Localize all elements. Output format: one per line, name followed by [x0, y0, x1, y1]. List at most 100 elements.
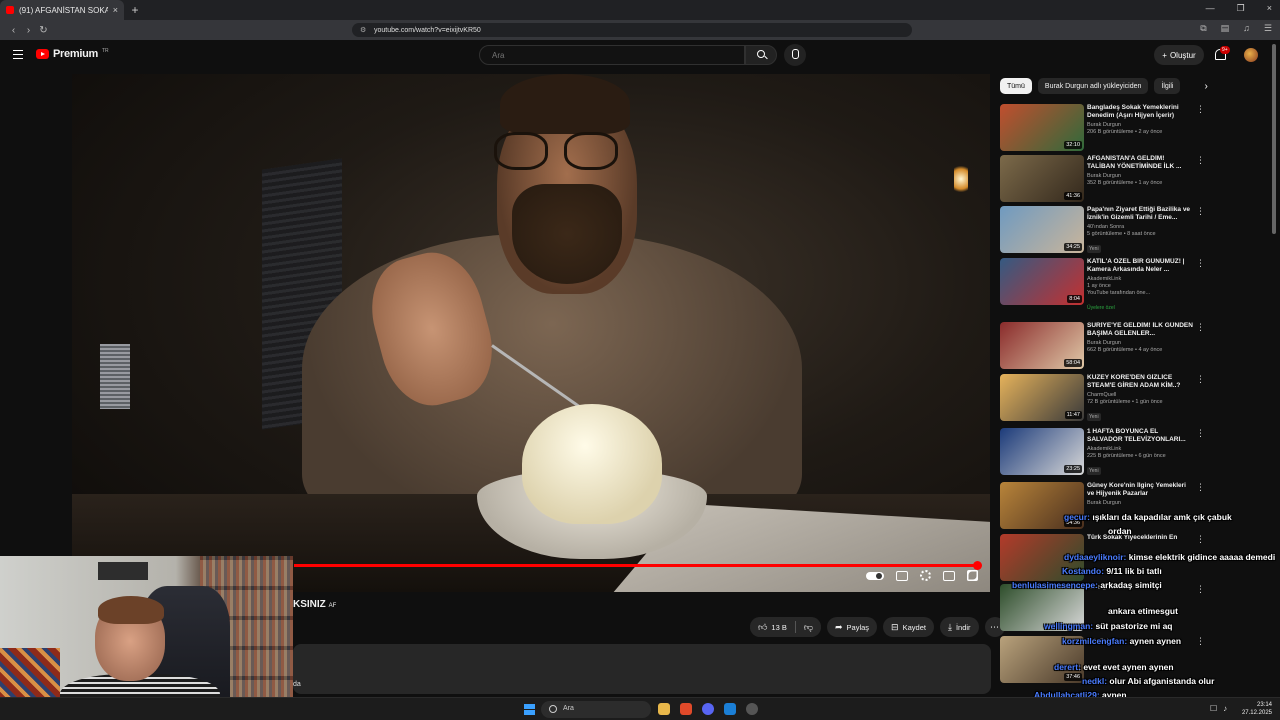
- video-player[interactable]: [72, 74, 990, 592]
- site-info-icon[interactable]: ⚙: [360, 26, 366, 34]
- chevron-right-icon[interactable]: ›: [1204, 81, 1207, 92]
- fullscreen-icon[interactable]: [967, 570, 978, 581]
- recommendation-title[interactable]: Türk Sokak Yiyeceklerinin En: [1087, 534, 1193, 542]
- reload-icon[interactable]: ↻: [36, 25, 51, 36]
- recommendation-item[interactable]: 8:04 KATİL'A ÖZEL BİR GÜNÜMÜZ! | Kamera A…: [1000, 258, 1208, 311]
- more-options-icon[interactable]: ⋮: [1196, 206, 1205, 217]
- maximize-button[interactable]: ❐: [1237, 3, 1245, 14]
- recommendation-title[interactable]: Güney Kore'nin İlginç Yemekleri ve Hijye…: [1087, 482, 1193, 498]
- more-options-icon[interactable]: ⋮: [1196, 104, 1205, 115]
- telegram-icon[interactable]: [724, 703, 736, 715]
- more-options-icon[interactable]: ⋮: [1196, 584, 1205, 595]
- search-input[interactable]: [479, 45, 745, 65]
- hamburger-menu-icon[interactable]: [13, 50, 23, 59]
- chat-username: dydaaeyliknoir:: [1064, 552, 1127, 562]
- recommendation-item[interactable]: 58:04 SURİYE'YE GELDİM! İLK GÜNDEN BAŞIMA…: [1000, 322, 1208, 370]
- recommendation-title[interactable]: KUZEY KORE'DEN GİZLİCE STEAM'E GİREN ADA…: [1087, 374, 1193, 390]
- close-window-button[interactable]: ×: [1267, 3, 1272, 14]
- channel-name[interactable]: 40'ından Sonra: [1087, 224, 1193, 230]
- more-options-icon[interactable]: ⋮: [1196, 482, 1205, 493]
- clock[interactable]: 23:14 27.12.2025: [1242, 701, 1272, 717]
- discord-icon[interactable]: [702, 703, 714, 715]
- minimize-button[interactable]: —: [1206, 3, 1215, 14]
- search-button[interactable]: [745, 45, 777, 65]
- youtube-logo[interactable]: Premium TR: [36, 48, 109, 60]
- brave-browser-icon[interactable]: [680, 703, 692, 715]
- video-thumbnail[interactable]: 58:04: [1000, 322, 1084, 369]
- network-icon[interactable]: ☐: [1210, 704, 1217, 713]
- voice-search-icon[interactable]: [784, 44, 806, 66]
- back-icon[interactable]: ‹: [6, 25, 21, 36]
- more-options-icon[interactable]: ⋮: [1196, 374, 1205, 385]
- recommendation-item[interactable]: 23:25 1 HAFTA BOYUNCA EL SALVADOR TELEVİZ…: [1000, 428, 1208, 476]
- share-button[interactable]: ➦ Paylaş: [826, 617, 878, 637]
- recommendation-title[interactable]: 1 HAFTA BOYUNCA EL SALVADOR TELEVİZYONLA…: [1087, 428, 1193, 444]
- more-options-icon[interactable]: ⋮: [1196, 155, 1205, 166]
- video-thumbnail[interactable]: 11:47: [1000, 374, 1084, 421]
- sidebar-icon[interactable]: ▤: [1221, 23, 1230, 34]
- save-button[interactable]: ⊟ Kaydet: [883, 617, 934, 637]
- windows-start-icon[interactable]: [524, 704, 535, 715]
- recommendation-item[interactable]: 34:25 Papa'nın Ziyaret Ettiği Bazilika ve…: [1000, 206, 1208, 254]
- chat-username: nedkl:: [1082, 676, 1108, 686]
- chip-all[interactable]: Tümü: [1000, 78, 1032, 94]
- more-options-icon[interactable]: ⋮: [1196, 534, 1205, 545]
- recommendation-item[interactable]: 34:36 Güney Kore'nin İlginç Yemekleri ve …: [1000, 482, 1208, 530]
- chat-text: evet evet aynen aynen: [1083, 662, 1174, 672]
- recommendation-item[interactable]: 41:36 AFGANİSTAN'A GELDİM! TALİBAN YÖNETİ…: [1000, 155, 1208, 203]
- more-options-icon[interactable]: ⋮: [1196, 258, 1205, 269]
- channel-name[interactable]: Burak Durgun: [1087, 122, 1193, 128]
- channel-name[interactable]: Burak Durgun: [1087, 340, 1193, 346]
- theater-mode-icon[interactable]: [943, 570, 955, 581]
- browser-tab[interactable]: (91) AFGANİSTAN SOKAK YEMEK... ×: [0, 0, 124, 20]
- recommendation-title[interactable]: AFGANİSTAN'A GELDİM! TALİBAN YÖNETİMİNDE…: [1087, 155, 1193, 171]
- forward-icon[interactable]: ›: [21, 25, 36, 36]
- autoplay-toggle[interactable]: [866, 571, 884, 580]
- chip-related[interactable]: İlgili: [1154, 78, 1181, 94]
- settings-gear-icon[interactable]: [920, 570, 931, 581]
- music-icon[interactable]: ♫: [1243, 23, 1250, 34]
- video-thumbnail[interactable]: 41:36: [1000, 155, 1084, 202]
- download-button[interactable]: ⤓ İndir: [939, 617, 979, 637]
- address-bar[interactable]: ⚙ youtube.com/watch?v=eixijtvKR50: [352, 23, 912, 37]
- file-explorer-icon[interactable]: [658, 703, 670, 715]
- obs-icon[interactable]: [746, 703, 758, 715]
- recommendation-item[interactable]: 32:10 Bangladeş Sokak Yemeklerini Denedim…: [1000, 104, 1208, 152]
- chip-from-uploader[interactable]: Burak Durgun adlı yükleyiciden: [1037, 78, 1149, 94]
- recommendation-title[interactable]: KATİL'A ÖZEL BİR GÜNÜMÜZ! | Kamera Arkas…: [1087, 258, 1193, 274]
- save-label: Kaydet: [902, 622, 926, 632]
- channel-name[interactable]: Burak Durgun: [1087, 500, 1193, 506]
- more-options-icon[interactable]: ⋮: [1196, 636, 1205, 647]
- more-options-icon[interactable]: ⋮: [1196, 428, 1205, 439]
- webcam-overlay: [0, 556, 293, 720]
- like-button[interactable]: 👍︎ 13 B: [750, 617, 795, 637]
- subtitles-icon[interactable]: [896, 570, 908, 581]
- channel-name[interactable]: AkademikLink: [1087, 446, 1193, 452]
- recommendation-title[interactable]: Bangladeş Sokak Yemeklerini Denedim (Aşı…: [1087, 104, 1193, 120]
- volume-icon[interactable]: ♪: [1223, 704, 1227, 713]
- account-avatar[interactable]: [1244, 48, 1258, 62]
- video-thumbnail[interactable]: 32:10: [1000, 104, 1084, 151]
- video-thumbnail[interactable]: 8:04: [1000, 258, 1084, 305]
- new-tab-button[interactable]: +: [124, 3, 146, 17]
- description-box[interactable]: da: [293, 644, 991, 694]
- more-options-icon[interactable]: ⋮: [1196, 322, 1205, 333]
- tab-close-icon[interactable]: ×: [113, 5, 118, 15]
- recommendation-title[interactable]: SURİYE'YE GELDİM! İLK GÜNDEN BAŞIMA GELE…: [1087, 322, 1193, 338]
- video-tag-badge: Üyelere özel: [1087, 305, 1115, 311]
- create-button[interactable]: + Oluştur: [1154, 45, 1204, 65]
- channel-name[interactable]: AkademikLink: [1087, 276, 1193, 282]
- recommendation-item[interactable]: 11:47 KUZEY KORE'DEN GİZLİCE STEAM'E GİRE…: [1000, 374, 1208, 422]
- recommendation-title[interactable]: Papa'nın Ziyaret Ettiği Bazilika ve İzni…: [1087, 206, 1193, 222]
- video-thumbnail[interactable]: 23:25: [1000, 428, 1084, 475]
- taskbar-search[interactable]: Ara: [541, 701, 651, 718]
- channel-name[interactable]: CharmQuell: [1087, 392, 1193, 398]
- dislike-button[interactable]: 👎︎: [795, 617, 821, 637]
- video-thumbnail[interactable]: 34:25: [1000, 206, 1084, 253]
- progress-scrubber[interactable]: [972, 561, 982, 570]
- extensions-icon[interactable]: ⧉: [1200, 23, 1206, 34]
- progress-bar[interactable]: [294, 561, 982, 570]
- channel-name[interactable]: Burak Durgun: [1087, 173, 1193, 179]
- scrollbar[interactable]: [1272, 44, 1276, 234]
- browser-menu-icon[interactable]: ☰: [1264, 23, 1272, 34]
